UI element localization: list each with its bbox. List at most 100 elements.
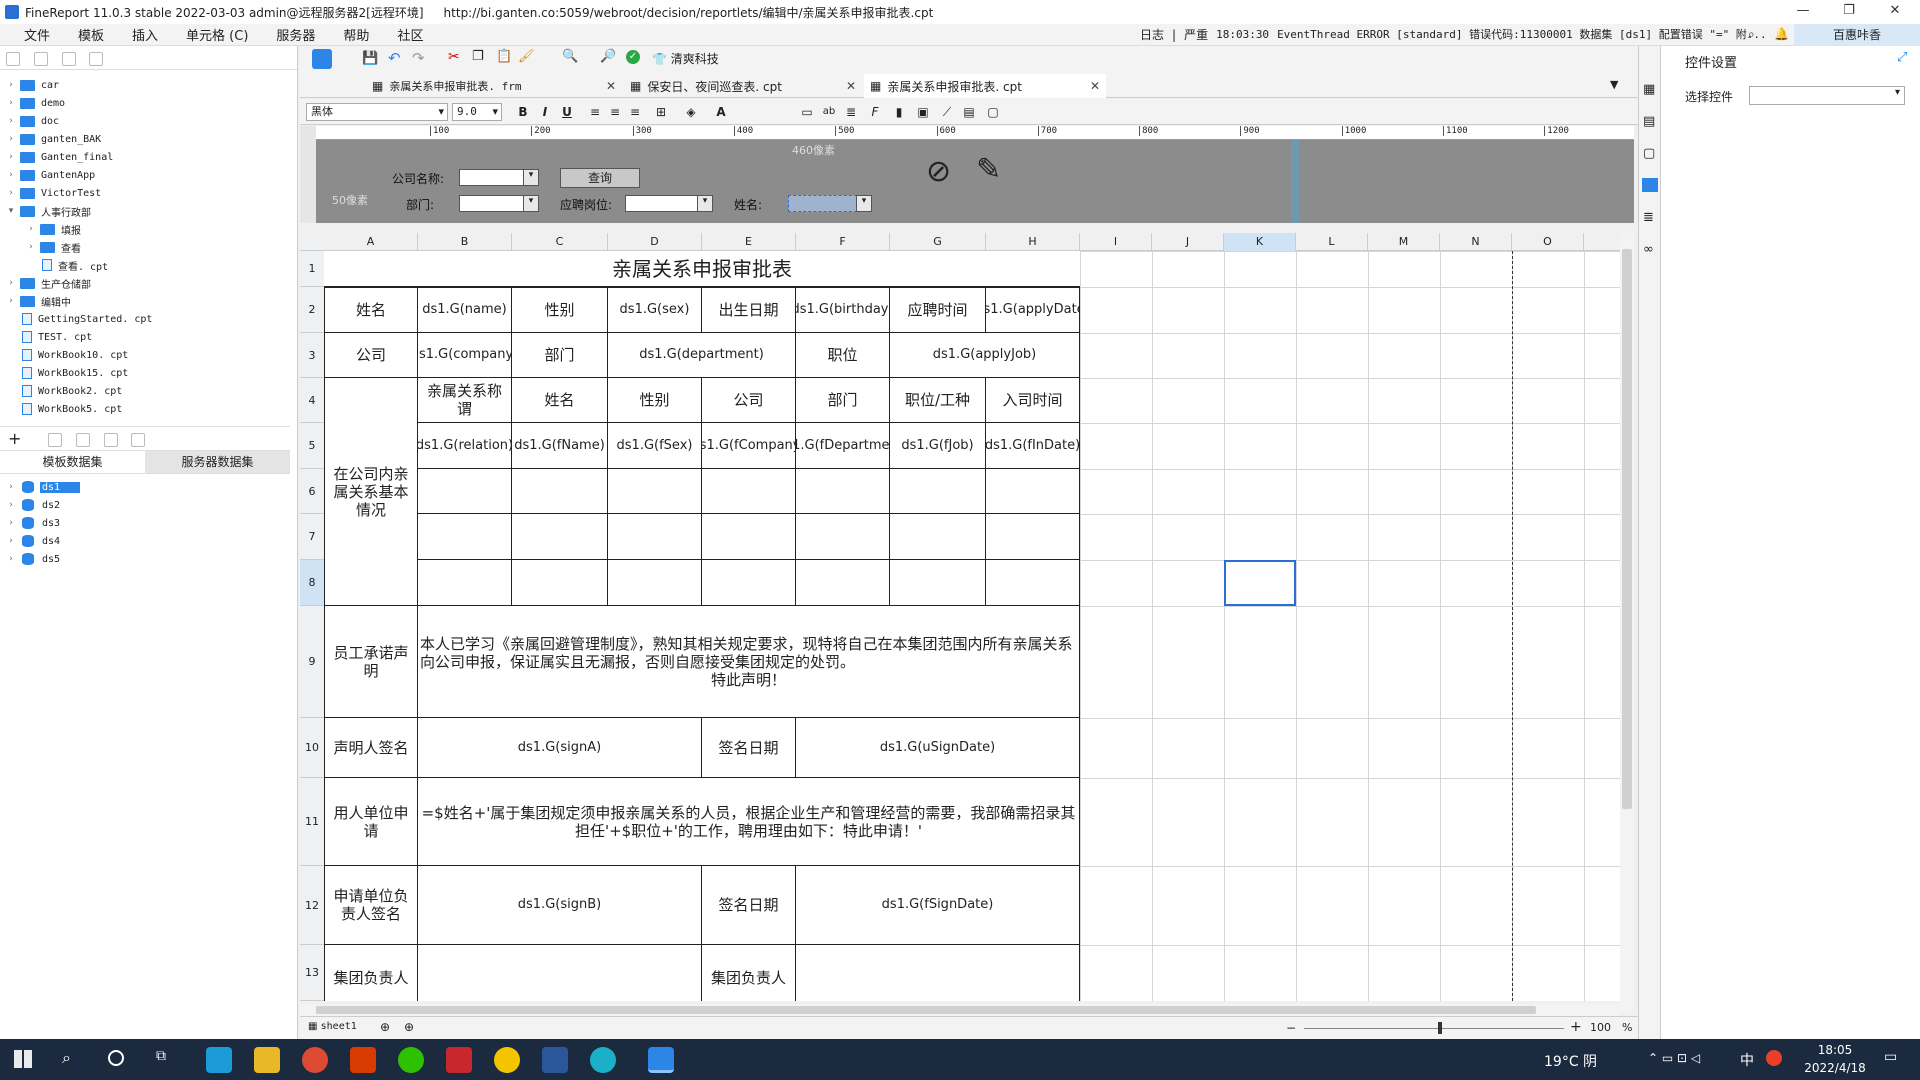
close-button[interactable]: ✕ — [1872, 0, 1918, 24]
selected-cell[interactable] — [1224, 560, 1296, 606]
tree-caret-icon[interactable]: › — [26, 224, 36, 234]
row-header-cell[interactable]: 9 — [300, 606, 324, 718]
db-icon[interactable] — [131, 433, 146, 447]
dataset-item[interactable]: › ds5 — [0, 550, 290, 568]
zoom-thumb[interactable] — [1438, 1022, 1442, 1034]
tab-list-icon[interactable]: ▼ — [1610, 78, 1618, 91]
job-label-cell[interactable]: 职位 — [796, 333, 890, 378]
wrap-icon[interactable]: ≣ — [842, 103, 860, 121]
cut-icon[interactable]: ✂ — [448, 49, 460, 65]
relatives-data-cell[interactable]: ds1.G(fDepartment) — [796, 423, 890, 469]
relatives-header-cell[interactable]: 亲属关系称谓 — [418, 378, 512, 423]
relatives-header-cell[interactable]: 入司时间 — [986, 378, 1080, 423]
merge-cells-icon[interactable]: ▭ — [798, 103, 816, 121]
menu-file[interactable]: 文件 — [10, 25, 64, 44]
undo-icon[interactable]: ↶ — [388, 49, 401, 67]
column-header-cell[interactable]: L — [1296, 233, 1368, 251]
column-header-cell[interactable]: J — [1152, 233, 1224, 251]
empty-cell[interactable] — [702, 469, 796, 514]
widget-type-select[interactable]: ▾ — [1749, 86, 1905, 105]
company-combo[interactable]: ▾ — [459, 169, 539, 186]
menu-server[interactable]: 服务器 — [262, 25, 329, 44]
explorer-icon[interactable] — [254, 1047, 280, 1073]
tree-caret-icon[interactable]: › — [6, 500, 16, 510]
row-header-cell[interactable]: 5 — [300, 423, 324, 469]
copy-icon[interactable]: ❐ — [472, 49, 484, 64]
windows-start-icon[interactable] — [14, 1050, 32, 1068]
relatives-header-cell[interactable]: 部门 — [796, 378, 890, 423]
column-header-cell[interactable]: B — [418, 233, 512, 251]
unit-apply-label[interactable]: 用人单位申请 — [324, 778, 418, 866]
close-tab-icon[interactable]: ✕ — [606, 79, 616, 93]
tree-caret-icon[interactable]: › — [6, 188, 16, 198]
refresh-icon[interactable] — [33, 52, 48, 66]
zoom-out-icon[interactable]: − — [1286, 1021, 1296, 1035]
empty-cell[interactable] — [986, 469, 1080, 514]
column-header-cell[interactable]: M — [1368, 233, 1440, 251]
menu-insert[interactable]: 插入 — [118, 25, 172, 44]
department-cell[interactable]: ds1.G(department) — [608, 333, 796, 378]
column-header-cell[interactable]: E — [702, 233, 796, 251]
tree-item[interactable]: › 填报 — [0, 220, 290, 238]
chrome-icon[interactable] — [302, 1047, 328, 1073]
vertical-scrollbar[interactable] — [1620, 233, 1634, 1013]
text-icon[interactable]: ab — [820, 103, 838, 121]
tree-item[interactable]: › ganten_BAK — [0, 130, 290, 148]
group-head-date-cell[interactable] — [796, 945, 1080, 1001]
row-header-cell[interactable]: 2 — [300, 287, 324, 333]
row-header-cell[interactable]: 10 — [300, 718, 324, 778]
empty-cell[interactable] — [512, 469, 608, 514]
font-select[interactable]: 黑体 ▾ — [306, 103, 448, 121]
tree-item[interactable]: 查看. cpt — [0, 256, 290, 274]
apply-job-cell[interactable]: ds1.G(applyJob) — [890, 333, 1080, 378]
qq-icon[interactable] — [494, 1047, 520, 1073]
dept-combo[interactable]: ▾ — [459, 195, 539, 212]
file-tab-2[interactable]: ▦ 保安日、夜间巡查表. cpt ✕ — [624, 74, 862, 98]
menu-community[interactable]: 社区 — [383, 25, 437, 44]
fill-color-icon[interactable]: ◈ — [682, 103, 700, 121]
fsign-date-cell[interactable]: ds1.G(fSignDate) — [796, 866, 1080, 945]
empty-cell[interactable] — [512, 560, 608, 606]
row-header-cell[interactable]: 12 — [300, 866, 324, 945]
tree-item[interactable]: WorkBook15. cpt — [0, 364, 290, 382]
pencil-icon[interactable]: ✎ — [976, 152, 1001, 187]
dataset-item[interactable]: › ds3 — [0, 514, 290, 532]
relatives-data-cell[interactable]: ds1.G(fJob) — [890, 423, 986, 469]
empty-cell[interactable] — [608, 469, 702, 514]
empty-cell[interactable] — [890, 469, 986, 514]
border-icon[interactable]: ⊞ — [652, 103, 670, 121]
frame-icon[interactable]: ▢ — [1643, 146, 1655, 161]
pledge-label-cell[interactable]: 员工承诺声明 — [324, 606, 418, 718]
menu-help[interactable]: 帮助 — [329, 25, 383, 44]
word-icon[interactable] — [542, 1047, 568, 1073]
relatives-header-cell[interactable]: 姓名 — [512, 378, 608, 423]
preview-icon[interactable] — [103, 433, 118, 447]
sex-cell[interactable]: ds1.G(sex) — [608, 287, 702, 333]
task-view-icon[interactable]: ⧉ — [156, 1048, 166, 1064]
birthday-cell[interactable]: ds1.G(birthday) — [796, 287, 890, 333]
font-size-select[interactable]: 9.0 ▾ — [452, 103, 502, 121]
font-color-icon[interactable]: A — [712, 103, 730, 121]
add-poly-sheet-icon[interactable]: ⊕ — [404, 1020, 414, 1034]
user-button[interactable]: 百惠咔香 — [1794, 24, 1920, 46]
usign-date-cell[interactable]: ds1.G(uSignDate) — [796, 718, 1080, 778]
format-painter-icon[interactable]: 🖌 — [518, 49, 535, 64]
tree-item[interactable]: › 编辑中 — [0, 292, 290, 310]
cortana-icon[interactable] — [108, 1050, 124, 1066]
dropdown-icon[interactable]: ▾ — [697, 195, 713, 212]
dataset-item[interactable]: › ds1 — [0, 478, 290, 496]
formula-icon[interactable]: F — [866, 103, 884, 121]
edge-icon[interactable] — [206, 1047, 232, 1073]
tree-caret-icon[interactable]: › — [6, 98, 16, 108]
report-title[interactable]: 亲属关系申报审批表 — [324, 251, 1080, 287]
company-label-cell[interactable]: 公司 — [324, 333, 418, 378]
name-combo[interactable]: ▾ — [788, 195, 872, 212]
relatives-header-cell[interactable]: 公司 — [702, 378, 796, 423]
bell-icon[interactable]: 🔔 — [1774, 27, 1789, 41]
empty-cell[interactable] — [702, 560, 796, 606]
tree-caret-icon[interactable]: › — [6, 536, 16, 546]
tree-caret-icon[interactable]: › — [6, 134, 16, 144]
name-cell[interactable]: ds1.G(name) — [418, 287, 512, 333]
column-header-cell[interactable]: H — [986, 233, 1080, 251]
param-boundary[interactable] — [1291, 140, 1299, 223]
